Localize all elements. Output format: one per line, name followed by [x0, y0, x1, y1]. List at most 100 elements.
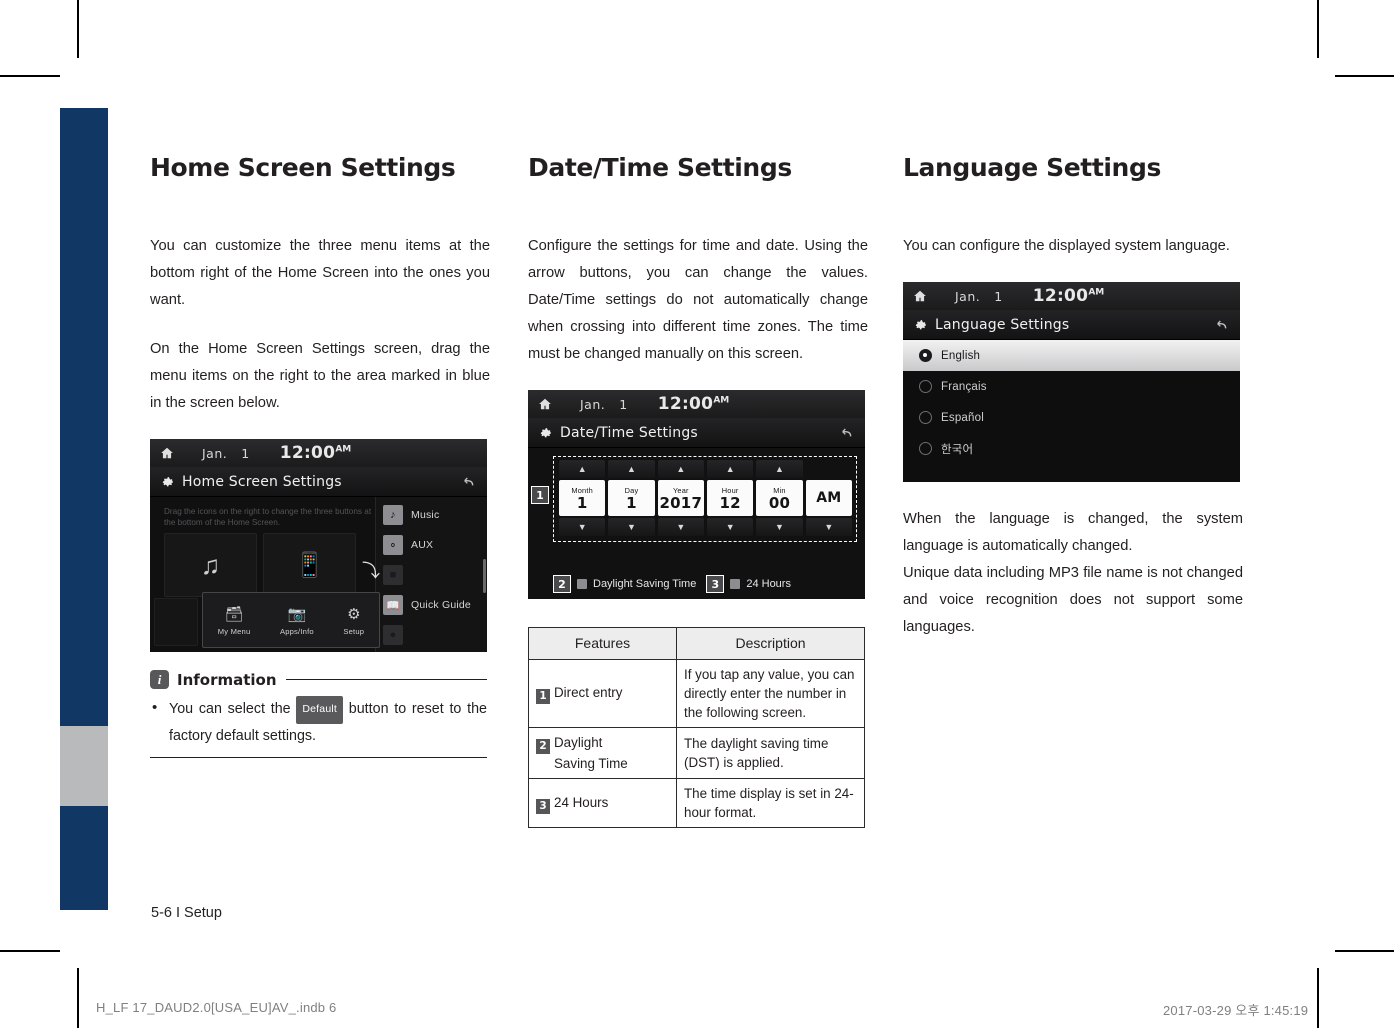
tile-music[interactable]: ♫ — [164, 533, 257, 598]
increment-button[interactable]: ▲ — [706, 460, 754, 479]
year-value[interactable]: Year 2017 — [657, 480, 704, 517]
language-list: English Français Español 한국어 — [903, 340, 1240, 483]
decrement-button[interactable]: ▼ — [706, 518, 754, 537]
daylight-saving-checkbox[interactable] — [577, 579, 587, 590]
feature-label-line2: Saving Time — [554, 756, 628, 772]
default-button[interactable]: Default — [296, 696, 344, 725]
callout-1: 1 — [531, 486, 549, 505]
back-arrow-icon[interactable] — [459, 474, 477, 490]
decrement-button[interactable]: ▼ — [756, 518, 803, 537]
home-icon — [161, 448, 173, 459]
back-arrow-icon[interactable] — [1212, 317, 1230, 333]
decrement-button[interactable]: ▼ — [657, 518, 704, 537]
device-status-bar: Jan. 1 12:00AM — [903, 282, 1240, 311]
home-icon — [914, 291, 926, 302]
increment-button[interactable]: ▲ — [657, 460, 704, 479]
device-status-bar: Jan. 1 12:00AM — [528, 390, 865, 419]
page-title: Language Settings — [903, 153, 1161, 182]
table-row: 2 Daylight Saving Time The daylight savin… — [528, 727, 865, 780]
increment-button[interactable]: ▲ — [756, 460, 803, 479]
description-cell: The daylight saving time (DST) is applie… — [676, 727, 865, 780]
status-date: Jan. 1 — [955, 288, 1003, 304]
status-time: 12:00AM — [1032, 286, 1105, 307]
language-option-english[interactable]: English — [903, 340, 1240, 372]
device-status-bar: Jan. 1 12:00AM — [150, 439, 487, 468]
menu-list-label: AUX — [411, 539, 434, 552]
month-value[interactable]: Month 1 — [559, 480, 606, 517]
language-option-francais[interactable]: Français — [903, 371, 1240, 402]
page-number-footer: 5-6 I Setup — [151, 905, 222, 921]
back-arrow-icon[interactable] — [837, 425, 855, 441]
info-icon: i — [150, 670, 169, 690]
status-date: Jan. 1 — [202, 445, 250, 461]
divider — [285, 679, 487, 681]
language-option-korean[interactable]: 한국어 — [903, 433, 1240, 464]
decrement-button[interactable]: ▼ — [805, 518, 852, 537]
feature-cell: 2 Daylight Saving Time — [528, 727, 677, 780]
page-title: Date/Time Settings — [528, 153, 792, 182]
date-time-options-row: 2 Daylight Saving Time 3 24 Hours — [553, 575, 857, 594]
feature-label: Direct entry — [554, 685, 623, 701]
device-title-text: Language Settings — [935, 316, 1070, 333]
device-title-bar: Home Screen Settings — [150, 467, 487, 498]
date-time-settings-screenshot: Jan. 1 12:00AM Date/Time Settings 1 ▲ Mo… — [528, 390, 865, 600]
phone-icon: ● — [383, 625, 403, 646]
menu-list-item-quick-guide[interactable]: 📖 Quick Guide — [376, 590, 487, 620]
print-filename-footer: H_LF 17_DAUD2.0[USA_EU]AV_.indb 6 — [96, 1000, 337, 1015]
decrement-button[interactable]: ▼ — [608, 518, 655, 537]
home-screen-tiles: ♫ 📱 — [164, 533, 356, 598]
stepper-month: ▲ Month 1 ▼ — [559, 460, 606, 538]
increment-button[interactable]: ▲ — [559, 460, 606, 479]
increment-button[interactable]: ▲ — [608, 460, 655, 479]
music-note-icon: ♫ — [200, 549, 221, 580]
menu-list-item-aux[interactable]: ⚬ AUX — [376, 530, 487, 560]
menu-list-item-music[interactable]: ♪ Music — [376, 500, 487, 530]
callout-1: 1 — [536, 689, 550, 705]
radio-icon — [919, 411, 932, 425]
dock-item-my-menu[interactable]: 🗃 My Menu — [218, 605, 251, 636]
dock-label: My Menu — [217, 626, 251, 636]
radio-icon: ■ — [383, 565, 403, 586]
home-screen-edit-area: Drag the icons on the right to change th… — [150, 497, 380, 652]
list-item: You can select the Default button to res… — [150, 695, 487, 749]
paragraph: On the Home Screen Settings screen, drag… — [150, 341, 490, 412]
menu-list-item-hidden-2[interactable]: ● — [376, 620, 487, 650]
gear-icon: ⚙ — [347, 605, 361, 623]
column-language-settings: Language Settings You can configure the … — [903, 153, 1243, 663]
column-header-description: Description — [676, 627, 865, 661]
language-label: Français — [941, 380, 987, 393]
features-table: Features Description 1 Direct entry If yo… — [528, 627, 865, 829]
list-scrollbar[interactable] — [483, 559, 486, 594]
date-time-stepper-grid: ▲ Month 1 ▼ ▲ Day 1 ▼ ▲ Year 2017 ▼ ▲ Ho… — [559, 460, 852, 538]
paragraph: You can customize the three menu items a… — [150, 238, 490, 309]
radio-selected-icon — [919, 349, 932, 363]
language-label: English — [941, 349, 981, 362]
stepper-hour: ▲ Hour 12 ▼ — [706, 460, 754, 538]
device-title-text: Home Screen Settings — [182, 473, 342, 490]
day-value[interactable]: Day 1 — [608, 480, 655, 517]
device-title-bar: Date/Time Settings — [528, 418, 865, 449]
callout-3: 3 — [536, 798, 550, 814]
callout-3: 3 — [706, 575, 725, 594]
stepper-ampm: ▲ AM ▼ — [805, 460, 852, 538]
ampm-value[interactable]: AM — [805, 480, 852, 517]
language-option-espanol[interactable]: Español — [903, 402, 1240, 433]
gear-icon — [915, 320, 927, 330]
table-row: 1 Direct entry If you tap any value, you … — [528, 659, 865, 729]
24-hours-checkbox[interactable] — [730, 579, 741, 590]
home-screen-settings-body: Drag the icons on the right to change th… — [150, 497, 487, 653]
manual-page: Home Screen Settings You can customize t… — [0, 0, 1394, 1028]
gear-icon — [540, 428, 552, 438]
description-cell: The time display is set in 24-hour forma… — [676, 778, 865, 829]
home-screen-dock: 🗃 My Menu 📷 Apps/Info ⚙ Setup — [202, 592, 380, 649]
decrement-button[interactable]: ▼ — [559, 518, 606, 537]
stepper-day: ▲ Day 1 ▼ — [608, 460, 655, 538]
dock-item-setup[interactable]: ⚙ Setup — [343, 605, 364, 636]
dock-item-apps-info[interactable]: 📷 Apps/Info — [280, 605, 314, 636]
minute-value[interactable]: Min 00 — [756, 480, 803, 517]
hour-value[interactable]: Hour 12 — [706, 480, 754, 517]
stepper-year: ▲ Year 2017 ▼ — [657, 460, 704, 538]
menu-list-item-hidden-1[interactable]: ■ — [376, 560, 487, 590]
information-bullet-list: You can select the Default button to res… — [150, 695, 487, 749]
tile-phone[interactable]: 📱 — [263, 533, 356, 598]
